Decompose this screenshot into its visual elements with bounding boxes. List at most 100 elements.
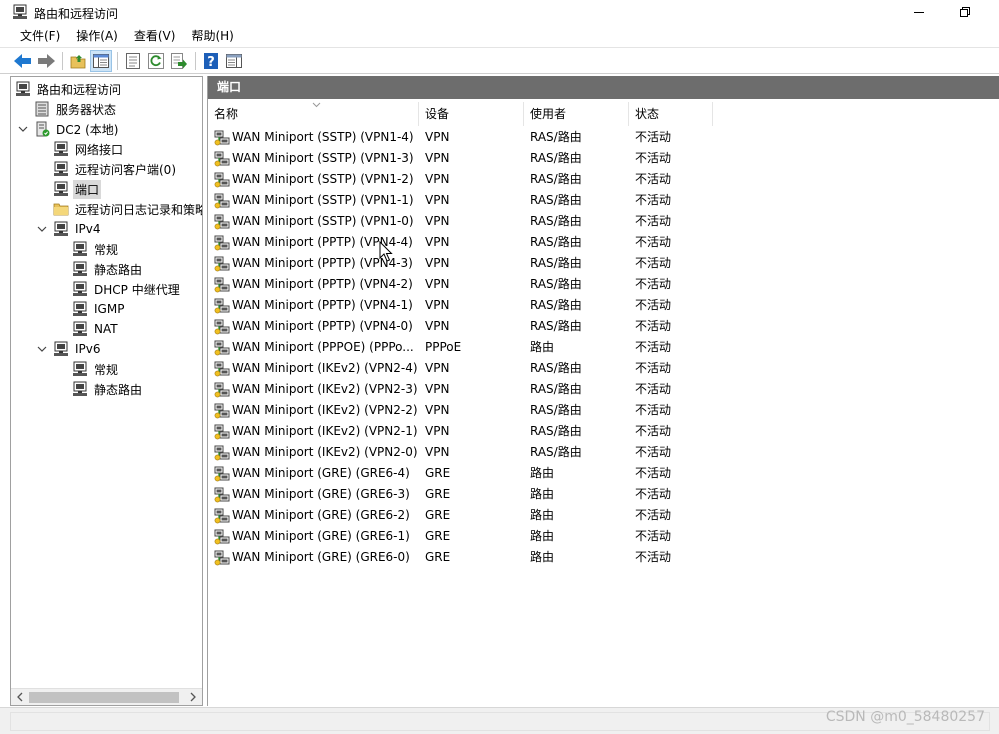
table-row[interactable]: WAN Miniport (IKEv2) (VPN2-4) VPN RAS/路由 不活… [208,358,999,379]
tree-node-ipv4-general[interactable]: 常规 [72,239,120,259]
cell-name: WAN Miniport (GRE) (GRE6-4) [214,463,420,484]
table-row[interactable]: WAN Miniport (IKEv2) (VPN2-2) VPN RAS/路由 不活… [208,400,999,421]
cell-name: WAN Miniport (IKEv2) (VPN2-4) [214,358,420,379]
cell-user: 路由 [530,487,555,501]
tree-node-nat[interactable]: NAT [72,319,120,339]
collapse-ipv4-toggle[interactable] [36,223,48,235]
table-row[interactable]: WAN Miniport (SSTP) (VPN1-3) VPN RAS/路由 不活动 [208,148,999,169]
cell-device: VPN [425,424,450,438]
cell-state: 不活动 [635,256,672,270]
tree-node-ipv6-static-routes[interactable]: 静态路由 [72,379,144,399]
cell-state: 不活动 [635,529,672,543]
tree-label: NAT [94,322,118,336]
cell-state: 不活动 [635,403,672,417]
port-name: WAN Miniport (SSTP) (VPN1-0) [232,214,414,228]
table-row[interactable]: WAN Miniport (PPTP) (VPN4-2) VPN RAS/路由 不活动 [208,274,999,295]
cell-name: WAN Miniport (SSTP) (VPN1-2) [214,169,420,190]
table-row[interactable]: WAN Miniport (SSTP) (VPN1-0) VPN RAS/路由 不活动 [208,211,999,232]
tree-label: 常规 [94,362,119,377]
port-name: WAN Miniport (SSTP) (VPN1-2) [232,172,414,186]
tree-node-ipv4-static-routes[interactable]: 静态路由 [72,259,144,279]
cell-state: 不活动 [635,319,672,333]
tree-node-remote-clients[interactable]: 远程访问客户端(0) [53,159,178,179]
table-row[interactable]: WAN Miniport (GRE) (GRE6-3) GRE 路由 不活动 [208,484,999,505]
tree-node-server-dc2[interactable]: DC2 (本地) [34,119,120,139]
tree-horizontal-scrollbar[interactable] [11,688,202,705]
port-icon [214,277,230,292]
table-row[interactable]: WAN Miniport (SSTP) (VPN1-2) VPN RAS/路由 不活动 [208,169,999,190]
table-row[interactable]: WAN Miniport (GRE) (GRE6-2) GRE 路由 不活动 [208,505,999,526]
tree-node-ipv6-general[interactable]: 常规 [72,359,120,379]
menu-help[interactable]: 帮助(H) [183,26,241,46]
tree-node-igmp[interactable]: IGMP [72,299,126,319]
table-row[interactable]: WAN Miniport (GRE) (GRE6-1) GRE 路由 不活动 [208,526,999,547]
minimize-button[interactable] [896,0,942,24]
cell-name: WAN Miniport (IKEv2) (VPN2-2) [214,400,420,421]
tree-label: 静态路由 [94,262,143,277]
tree-node-logging[interactable]: 远程访问日志记录和策略 [53,199,202,219]
scroll-left-icon[interactable] [15,692,25,702]
menu-file[interactable]: 文件(F) [12,26,68,46]
scroll-right-icon[interactable] [188,692,198,702]
cell-device: GRE [425,508,451,522]
restore-button[interactable] [942,0,988,24]
collapse-server-toggle[interactable] [17,123,29,135]
cell-name: WAN Miniport (PPTP) (VPN4-2) [214,274,420,295]
column-header-name[interactable]: 名称 [208,102,419,126]
tree-label: IPv4 [75,222,101,236]
refresh-button[interactable] [145,50,167,72]
cell-state: 不活动 [635,466,672,480]
table-row[interactable]: WAN Miniport (IKEv2) (VPN2-3) VPN RAS/路由 不活… [208,379,999,400]
table-row[interactable]: WAN Miniport (SSTP) (VPN1-4) VPN RAS/路由 不活动 [208,127,999,148]
cell-device: VPN [425,214,450,228]
tree-label: 端口 [73,179,102,199]
show-hide-action-pane-button[interactable] [223,50,245,72]
port-icon [214,382,230,397]
ipv4-icon [54,221,68,236]
table-row[interactable]: WAN Miniport (PPTP) (VPN4-0) VPN RAS/路由 不活动 [208,316,999,337]
table-row[interactable]: WAN Miniport (IKEv2) (VPN2-1) VPN RAS/路由 不活… [208,421,999,442]
back-button[interactable] [12,50,34,72]
table-row[interactable]: WAN Miniport (GRE) (GRE6-4) GRE 路由 不活动 [208,463,999,484]
folder-up-icon [70,54,86,68]
show-hide-console-tree-button[interactable] [90,49,112,72]
forward-button[interactable] [35,50,57,72]
properties-button[interactable] [122,50,144,72]
table-row[interactable]: WAN Miniport (PPTP) (VPN4-4) VPN RAS/路由 不活动 [208,232,999,253]
port-icon [214,235,230,250]
table-row[interactable]: WAN Miniport (IKEv2) (VPN2-0) VPN RAS/路由 不活… [208,442,999,463]
collapse-ipv6-toggle[interactable] [36,343,48,355]
table-row[interactable]: WAN Miniport (GRE) (GRE6-0) GRE 路由 不活动 [208,547,999,568]
scrollbar-thumb[interactable] [29,692,179,703]
column-header-device[interactable]: 设备 [419,102,524,126]
help-button[interactable]: ? [200,50,222,72]
table-row[interactable]: WAN Miniport (SSTP) (VPN1-1) VPN RAS/路由 不活动 [208,190,999,211]
menu-action[interactable]: 操作(A) [68,26,126,46]
column-header-state[interactable]: 状态 [629,102,713,126]
export-list-button[interactable] [168,50,190,72]
table-row[interactable]: WAN Miniport (PPTP) (VPN4-1) VPN RAS/路由 不活动 [208,295,999,316]
console-tree-icon [93,53,109,68]
toolbar-separator [62,51,63,70]
tree-node-server-status[interactable]: 服务器状态 [34,99,118,119]
tree-node-routing-root[interactable]: 路由和远程访问 [15,79,123,99]
cell-device: VPN [425,151,450,165]
cell-device: VPN [425,277,450,291]
tree-node-dhcp-relay[interactable]: DHCP 中继代理 [72,279,182,299]
tree-node-ports[interactable]: 端口 [53,179,102,199]
table-row[interactable]: WAN Miniport (PPTP) (VPN4-3) VPN RAS/路由 不活动 [208,253,999,274]
port-icon [214,445,230,460]
column-header-user[interactable]: 使用者 [524,102,629,126]
menu-view[interactable]: 查看(V) [126,26,184,46]
cell-state: 不活动 [635,508,672,522]
tree-node-network-interfaces[interactable]: 网络接口 [53,139,125,159]
minimize-icon [914,12,924,13]
port-name: WAN Miniport (IKEv2) (VPN2-4) [232,361,418,375]
tree-node-ipv6[interactable]: IPv6 [53,339,103,359]
table-row[interactable]: WAN Miniport (PPPOE) (PPPo... PPPoE 路由 不活动 [208,337,999,358]
up-one-level-button[interactable] [67,50,89,72]
toolbar: ? [0,47,999,74]
tree-node-ipv4[interactable]: IPv4 [53,219,103,239]
cell-state: 不活动 [635,277,672,291]
cell-device: VPN [425,403,450,417]
